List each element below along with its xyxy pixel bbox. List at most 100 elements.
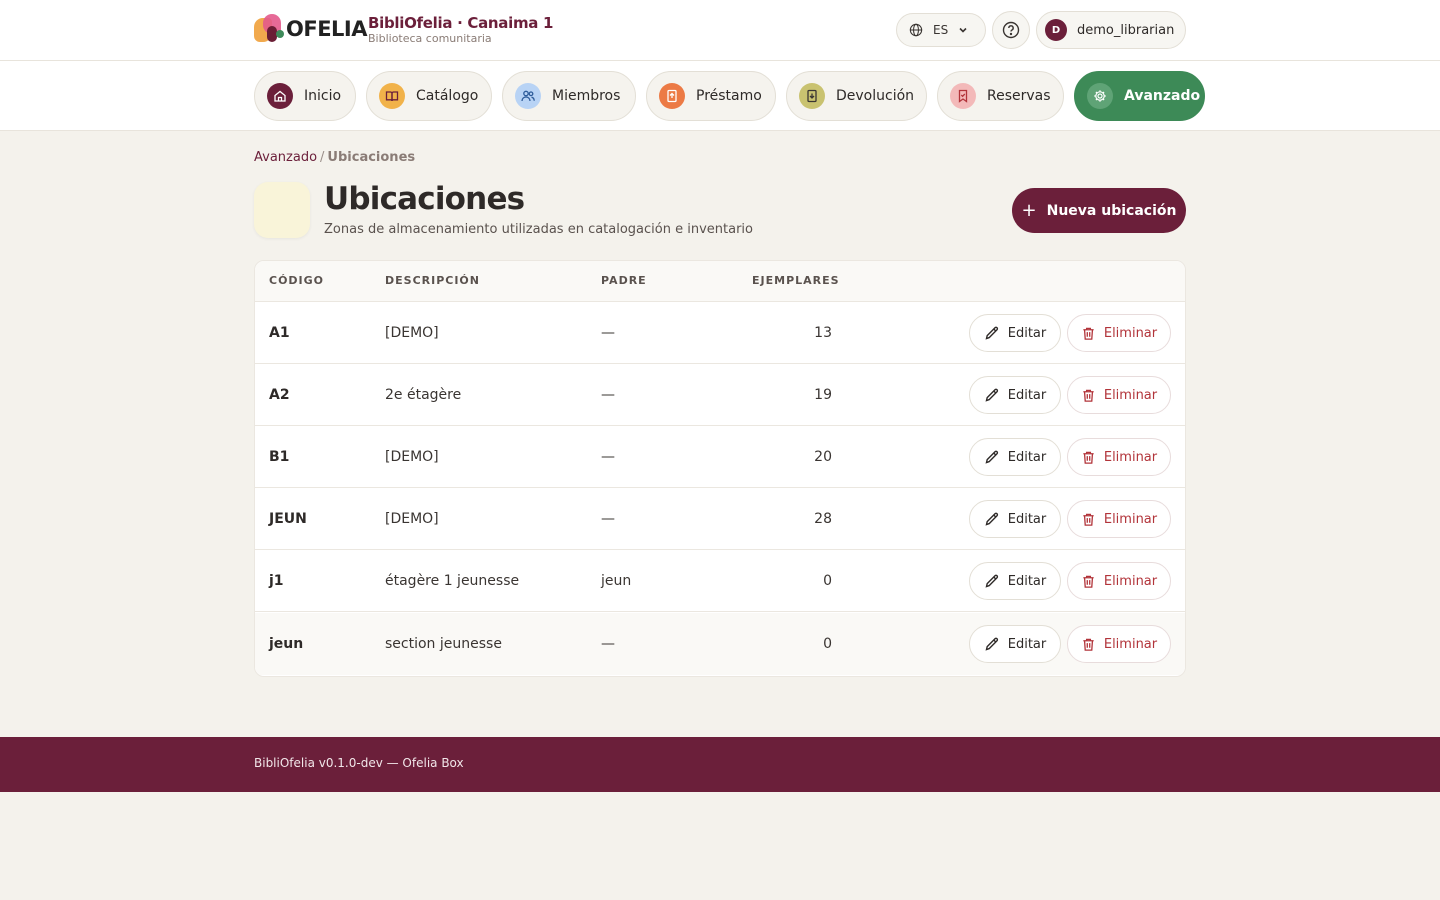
- nav-label: Miembros: [552, 88, 621, 104]
- nav-label: Préstamo: [696, 88, 762, 104]
- location-code: JEUN: [269, 511, 307, 527]
- delete-label: Eliminar: [1103, 449, 1158, 465]
- location-parent: —: [601, 387, 615, 403]
- delete-button[interactable]: Eliminar: [1067, 314, 1171, 352]
- edit-label: Editar: [1007, 325, 1047, 341]
- nav-item-avanzado[interactable]: Avanzado: [1074, 71, 1205, 121]
- nav-item-devolucion[interactable]: Devolución: [786, 71, 927, 121]
- nav-label: Catálogo: [416, 88, 479, 104]
- location-parent: —: [601, 636, 615, 652]
- trash-icon: [1083, 575, 1094, 588]
- edit-label: Editar: [1007, 573, 1047, 589]
- table-row: JEUN [DEMO] — 28 Editar Eliminar: [255, 488, 1185, 550]
- trash-icon: [1083, 513, 1094, 526]
- language-selector[interactable]: ES: [896, 13, 986, 47]
- edit-button[interactable]: Editar: [969, 500, 1061, 538]
- location-parent: —: [601, 325, 615, 341]
- trash-icon: [1083, 638, 1094, 651]
- location-copies: 28: [814, 511, 832, 527]
- edit-button[interactable]: Editar: [969, 376, 1061, 414]
- app-subtitle: Biblioteca comunitaria: [368, 32, 492, 45]
- delete-button[interactable]: Eliminar: [1067, 376, 1171, 414]
- delete-button[interactable]: Eliminar: [1067, 500, 1171, 538]
- location-code: A1: [269, 325, 290, 341]
- delete-button[interactable]: Eliminar: [1067, 438, 1171, 476]
- pencil-icon: [985, 512, 998, 526]
- nav-item-catalogo[interactable]: Catálogo: [366, 71, 492, 121]
- logo-mark-icon: [254, 14, 284, 44]
- edit-button[interactable]: Editar: [969, 625, 1061, 663]
- delete-label: Eliminar: [1103, 387, 1158, 403]
- page-subtitle: Zonas de almacenamiento utilizadas en ca…: [324, 222, 753, 237]
- location-description: étagère 1 jeunesse: [385, 573, 520, 589]
- nav-label: Inicio: [304, 88, 342, 104]
- brand: BibliOfelia · Canaima 1 Biblioteca comun…: [368, 14, 554, 46]
- location-copies: 20: [814, 449, 832, 465]
- location-parent: jeun: [601, 573, 632, 589]
- table-row: j1 étagère 1 jeunesse jeun 0 Editar Elim…: [255, 550, 1185, 612]
- app-title: BibliOfelia · Canaima 1: [368, 14, 554, 32]
- nav-label: Avanzado: [1124, 88, 1201, 104]
- book-open-icon: [379, 83, 405, 109]
- breadcrumb-link-avanzado[interactable]: Avanzado: [254, 150, 317, 165]
- help-icon: [1002, 21, 1020, 39]
- nav-label: Devolución: [836, 88, 915, 104]
- users-icon: [515, 83, 541, 109]
- location-code: j1: [269, 573, 284, 589]
- pencil-icon: [985, 574, 998, 588]
- user-menu[interactable]: D demo_librarian: [1036, 11, 1186, 49]
- table-row: jeun section jeunesse — 0 Editar Elimina…: [255, 613, 1185, 675]
- delete-label: Eliminar: [1103, 325, 1158, 341]
- pencil-icon: [985, 326, 998, 340]
- table-row: A1 [DEMO] — 13 Editar Eliminar: [255, 302, 1185, 364]
- footer-text: BibliOfelia v0.1.0-dev — Ofelia Box: [254, 756, 464, 770]
- table-row: B1 [DEMO] — 20 Editar Eliminar: [255, 426, 1185, 488]
- delete-label: Eliminar: [1103, 573, 1158, 589]
- top-bar: OFELIA BibliOfelia · Canaima 1 Bibliotec…: [0, 0, 1440, 61]
- gear-icon: [1087, 83, 1113, 109]
- nav-item-miembros[interactable]: Miembros: [502, 71, 636, 121]
- breadcrumb-current: Ubicaciones: [327, 150, 416, 165]
- edit-label: Editar: [1007, 387, 1047, 403]
- delete-button[interactable]: Eliminar: [1067, 562, 1171, 600]
- main-nav: Inicio Catálogo Miembros Préstamo Devolu…: [0, 61, 1440, 131]
- pencil-icon: [985, 450, 998, 464]
- trash-icon: [1083, 389, 1094, 402]
- nav-item-reservas[interactable]: Reservas: [937, 71, 1064, 121]
- trash-icon: [1083, 451, 1094, 464]
- nav-item-prestamo[interactable]: Préstamo: [646, 71, 776, 121]
- location-code: B1: [269, 449, 290, 465]
- avatar: D: [1045, 19, 1067, 41]
- delete-button[interactable]: Eliminar: [1067, 625, 1171, 663]
- column-header-description: DESCRIPCIÓN: [385, 274, 480, 287]
- location-parent: —: [601, 511, 615, 527]
- chevron-down-icon: [959, 27, 967, 33]
- breadcrumb-separator: /: [320, 150, 325, 165]
- nav-item-inicio[interactable]: Inicio: [254, 71, 356, 121]
- app-logo[interactable]: OFELIA: [254, 14, 368, 44]
- page-title: Ubicaciones: [324, 181, 525, 217]
- edit-button[interactable]: Editar: [969, 314, 1061, 352]
- edit-button[interactable]: Editar: [969, 562, 1061, 600]
- edit-button[interactable]: Editar: [969, 438, 1061, 476]
- edit-label: Editar: [1007, 636, 1047, 652]
- pencil-icon: [985, 637, 998, 651]
- location-copies: 0: [823, 573, 832, 589]
- location-copies: 13: [814, 325, 832, 341]
- footer: BibliOfelia v0.1.0-dev — Ofelia Box: [0, 737, 1440, 792]
- page-icon: [254, 182, 310, 238]
- new-location-label: Nueva ubicación: [1046, 202, 1177, 219]
- table-header: CÓDIGO DESCRIPCIÓN PADRE EJEMPLARES: [255, 261, 1185, 302]
- location-code: A2: [269, 387, 290, 403]
- trash-icon: [1083, 327, 1094, 340]
- locations-table: CÓDIGO DESCRIPCIÓN PADRE EJEMPLARES A1 […: [254, 260, 1186, 677]
- column-header-parent: PADRE: [601, 274, 647, 287]
- column-header-copies: EJEMPLARES: [752, 274, 840, 287]
- location-description: [DEMO]: [385, 511, 439, 527]
- edit-label: Editar: [1007, 449, 1047, 465]
- pencil-icon: [985, 388, 998, 402]
- username: demo_librarian: [1077, 22, 1175, 38]
- breadcrumb: Avanzado / Ubicaciones: [254, 150, 415, 165]
- help-button[interactable]: [992, 11, 1030, 49]
- new-location-button[interactable]: + Nueva ubicación: [1012, 188, 1186, 233]
